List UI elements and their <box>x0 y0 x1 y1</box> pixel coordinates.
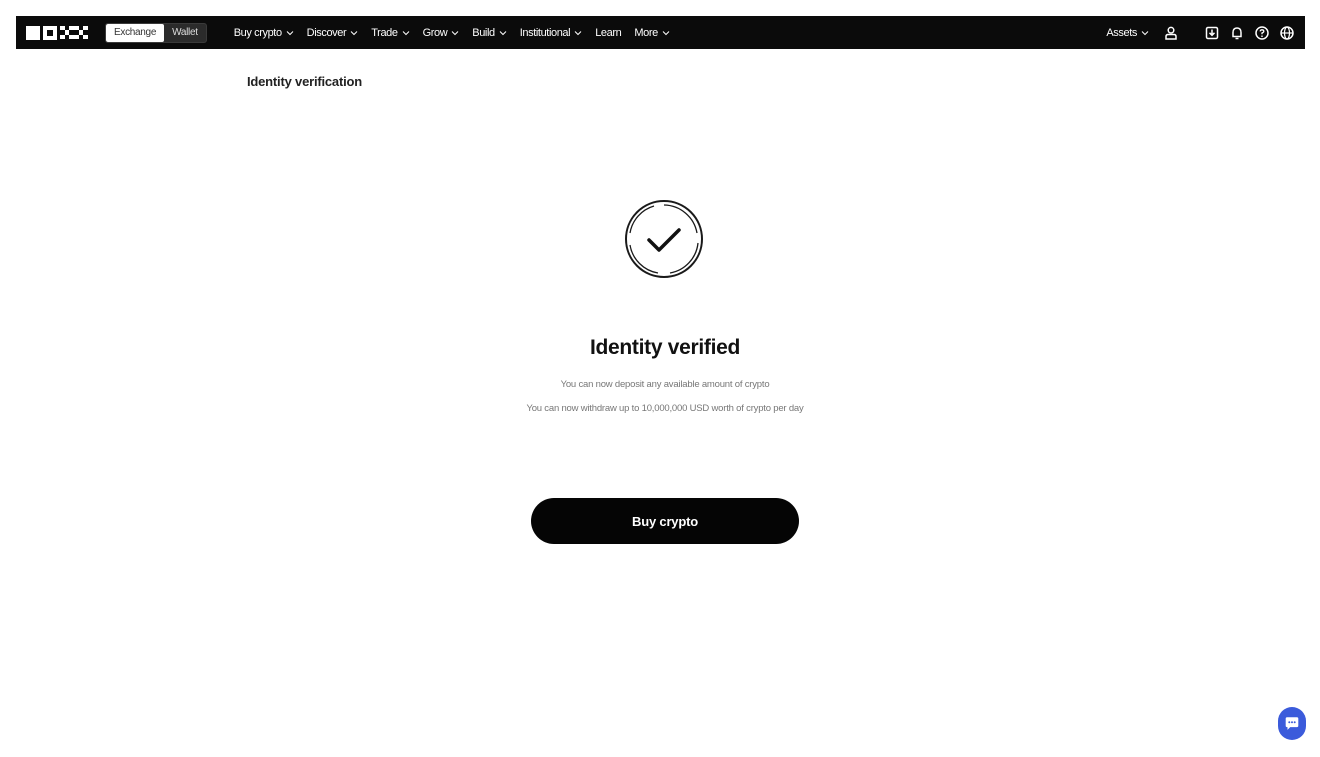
chevron-down-icon <box>286 30 294 35</box>
verified-check-icon <box>622 193 706 285</box>
download-icon[interactable] <box>1204 25 1220 41</box>
main-menu: Buy crypto Discover Trade Grow Build Ins… <box>234 27 670 39</box>
menu-label: Discover <box>306 26 347 39</box>
menu-learn[interactable]: Learn <box>595 26 622 39</box>
chevron-down-icon <box>1141 30 1149 35</box>
chevron-down-icon <box>499 30 507 35</box>
chevron-down-icon <box>451 30 459 35</box>
menu-label: Buy crypto <box>233 26 282 39</box>
chevron-down-icon <box>350 30 358 35</box>
menu-label: Build <box>472 26 495 39</box>
logo-grid <box>60 25 88 40</box>
withdraw-info-text: You can now withdraw up to 10,000,000 US… <box>526 403 804 414</box>
wallet-toggle[interactable]: Wallet <box>164 24 206 42</box>
globe-icon[interactable] <box>1279 25 1295 41</box>
chat-support-button[interactable] <box>1278 707 1306 740</box>
menu-build[interactable]: Build <box>472 26 507 39</box>
exchange-toggle[interactable]: Exchange <box>106 23 165 42</box>
chevron-down-icon <box>402 30 409 35</box>
help-icon[interactable] <box>1254 25 1270 41</box>
menu-label: Institutional <box>519 26 571 39</box>
menu-grow[interactable]: Grow <box>423 27 460 39</box>
okx-logo[interactable] <box>26 25 88 40</box>
menu-discover[interactable]: Discover <box>307 27 359 39</box>
bell-icon[interactable] <box>1229 25 1245 41</box>
exchange-wallet-switch: Exchange Wallet <box>105 22 207 43</box>
chevron-down-icon <box>662 30 670 35</box>
verified-title: Identity verified <box>589 336 741 359</box>
menu-trade[interactable]: Trade <box>371 27 409 39</box>
assets-menu[interactable]: Assets <box>1106 27 1149 39</box>
page-heading: Identity verification <box>247 74 362 89</box>
user-icon[interactable] <box>1163 25 1179 41</box>
chevron-down-icon <box>574 30 582 35</box>
menu-label: Trade <box>371 26 398 39</box>
nav-right-group: Assets <box>1106 25 1295 41</box>
menu-buy-crypto[interactable]: Buy crypto <box>234 27 294 39</box>
logo-square <box>26 25 40 40</box>
menu-label: More <box>634 26 658 39</box>
menu-label: Grow <box>422 26 448 39</box>
top-navbar: Exchange Wallet Buy crypto Discover Trad… <box>16 16 1305 49</box>
menu-institutional[interactable]: Institutional <box>520 27 582 39</box>
menu-more[interactable]: More <box>634 26 670 39</box>
logo-ring <box>43 25 57 40</box>
buy-crypto-button[interactable]: Buy crypto <box>531 498 799 544</box>
deposit-info-text: You can now deposit any available amount… <box>560 379 770 390</box>
assets-label: Assets <box>1106 26 1137 39</box>
menu-label: Learn <box>595 26 622 39</box>
chat-bubble-icon <box>1285 716 1299 730</box>
